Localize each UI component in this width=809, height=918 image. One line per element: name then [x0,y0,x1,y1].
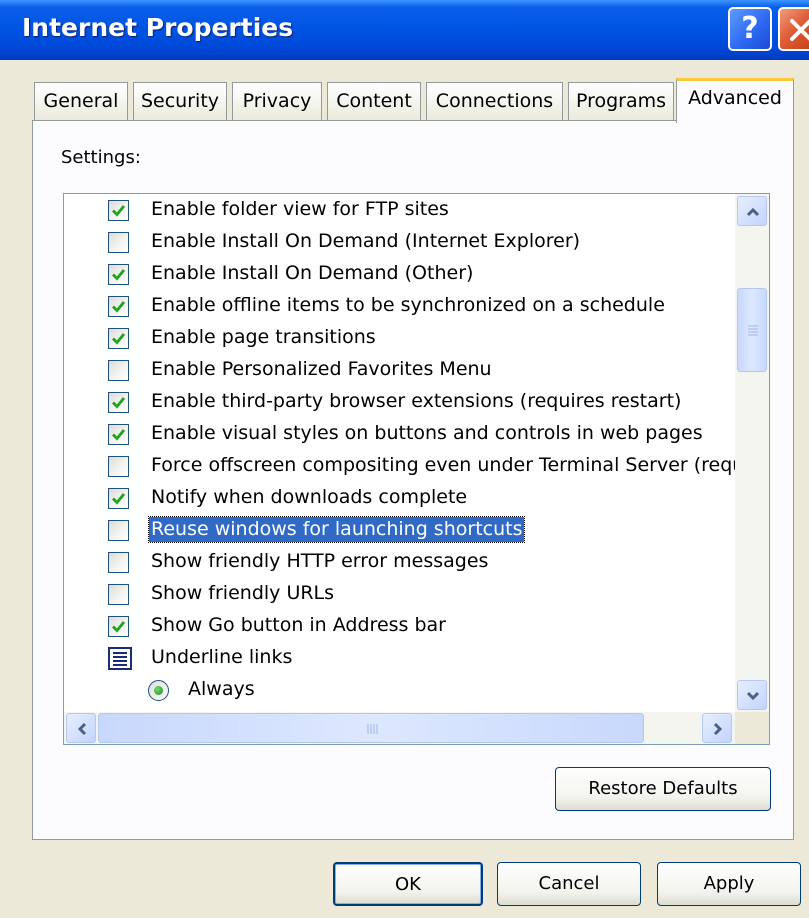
tab-advanced[interactable]: Advanced [676,78,794,123]
apply-button[interactable]: Apply [657,862,801,906]
setting-label: Enable offline items to be synchronized … [151,294,665,316]
chevron-left-icon [77,722,87,736]
tab-general[interactable]: General [34,82,128,120]
tab-strip: General Security Privacy Content Connect… [0,60,809,123]
tab-privacy[interactable]: Privacy [232,82,322,120]
setting-row[interactable]: Enable page transitions [64,322,736,354]
settings-list-content: Enable folder view for FTP sites Enable … [64,194,736,714]
checkbox[interactable] [108,424,129,445]
setting-label: Enable folder view for FTP sites [151,198,449,220]
checkmark-icon [112,493,126,505]
checkmark-icon [112,301,126,313]
ok-button[interactable]: OK [333,862,483,906]
horizontal-scroll-thumb[interactable] [98,713,644,743]
setting-row[interactable]: Enable offline items to be synchronized … [64,290,736,322]
tab-connections[interactable]: Connections [426,82,563,120]
scroll-down-button[interactable] [737,680,767,710]
setting-row[interactable]: Enable visual styles on buttons and cont… [64,418,736,450]
restore-defaults-button[interactable]: Restore Defaults [555,767,771,811]
checkmark-icon [112,269,126,281]
setting-group-row[interactable]: Underline links [64,642,736,674]
scroll-right-button[interactable] [702,713,732,743]
setting-row[interactable]: Show friendly URLs [64,578,736,610]
setting-label: Force offscreen compositing even under T… [151,454,736,476]
close-icon [790,19,809,41]
chevron-down-icon [746,691,760,701]
tab-content[interactable]: Content [327,82,421,120]
title-bar[interactable]: Internet Properties ? [0,0,809,60]
setting-label: Show friendly URLs [151,582,335,604]
checkbox[interactable] [108,552,129,573]
checkbox[interactable] [108,200,129,221]
checkbox[interactable] [108,392,129,413]
close-button[interactable] [778,7,809,51]
setting-label: Enable Install On Demand (Internet Explo… [151,230,581,252]
checkmark-icon [112,621,126,633]
horizontal-scrollbar[interactable] [64,712,736,744]
setting-row[interactable]: Force offscreen compositing even under T… [64,450,736,482]
checkbox[interactable] [108,456,129,477]
tab-programs[interactable]: Programs [568,82,674,120]
checkbox[interactable] [108,584,129,605]
advanced-tab-panel: Settings: Enable folder view for FTP sit… [32,120,794,840]
checkbox[interactable] [108,520,129,541]
setting-row-selected[interactable]: Reuse windows for launching shortcuts [64,514,736,546]
setting-radio-row[interactable]: Always [64,674,736,706]
chevron-right-icon [713,722,723,736]
checkbox[interactable] [108,296,129,317]
grip-icon [367,724,378,734]
checkmark-icon [112,333,126,345]
radio-button[interactable] [148,680,169,701]
help-button[interactable]: ? [728,7,772,51]
checkmark-icon [112,397,126,409]
vertical-scrollbar[interactable] [735,194,769,714]
setting-row[interactable]: Show Go button in Address bar [64,610,736,642]
settings-list[interactable]: Enable folder view for FTP sites Enable … [63,193,770,745]
help-icon: ? [741,11,759,46]
scroll-up-button[interactable] [737,196,767,226]
setting-row[interactable]: Enable folder view for FTP sites [64,194,736,226]
setting-row[interactable]: Show friendly HTTP error messages [64,546,736,578]
setting-row[interactable]: Enable Install On Demand (Other) [64,258,736,290]
setting-label: Enable visual styles on buttons and cont… [151,422,703,444]
scrollbar-corner [735,712,769,744]
setting-group-label: Underline links [151,646,293,668]
setting-label: Show Go button in Address bar [151,614,446,636]
setting-row[interactable]: Enable Personalized Favorites Menu [64,354,736,386]
checkbox[interactable] [108,328,129,349]
checkmark-icon [112,205,126,217]
radio-label: Always [188,678,255,700]
chevron-up-icon [746,207,760,217]
setting-label: Show friendly HTTP error messages [151,550,489,572]
checkbox[interactable] [108,488,129,509]
vertical-scroll-thumb[interactable] [737,288,767,372]
setting-label: Notify when downloads complete [151,486,468,508]
checkbox[interactable] [108,264,129,285]
setting-row[interactable]: Enable Install On Demand (Internet Explo… [64,226,736,258]
cancel-button[interactable]: Cancel [497,862,641,906]
grip-icon [748,325,758,336]
setting-label: Enable third-party browser extensions (r… [151,390,682,412]
scroll-left-button[interactable] [66,713,96,743]
checkmark-icon [112,429,126,441]
setting-label: Enable Install On Demand (Other) [151,262,474,284]
setting-label: Enable page transitions [151,326,376,348]
tab-security[interactable]: Security [133,82,227,120]
settings-label: Settings: [61,147,141,168]
setting-label-selected: Reuse windows for launching shortcuts [147,516,526,543]
checkbox[interactable] [108,616,129,637]
setting-row[interactable]: Notify when downloads complete [64,482,736,514]
setting-group-icon [108,647,132,670]
checkbox[interactable] [108,232,129,253]
window-title: Internet Properties [22,13,294,42]
setting-row[interactable]: Enable third-party browser extensions (r… [64,386,736,418]
checkbox[interactable] [108,360,129,381]
setting-label: Enable Personalized Favorites Menu [151,358,492,380]
